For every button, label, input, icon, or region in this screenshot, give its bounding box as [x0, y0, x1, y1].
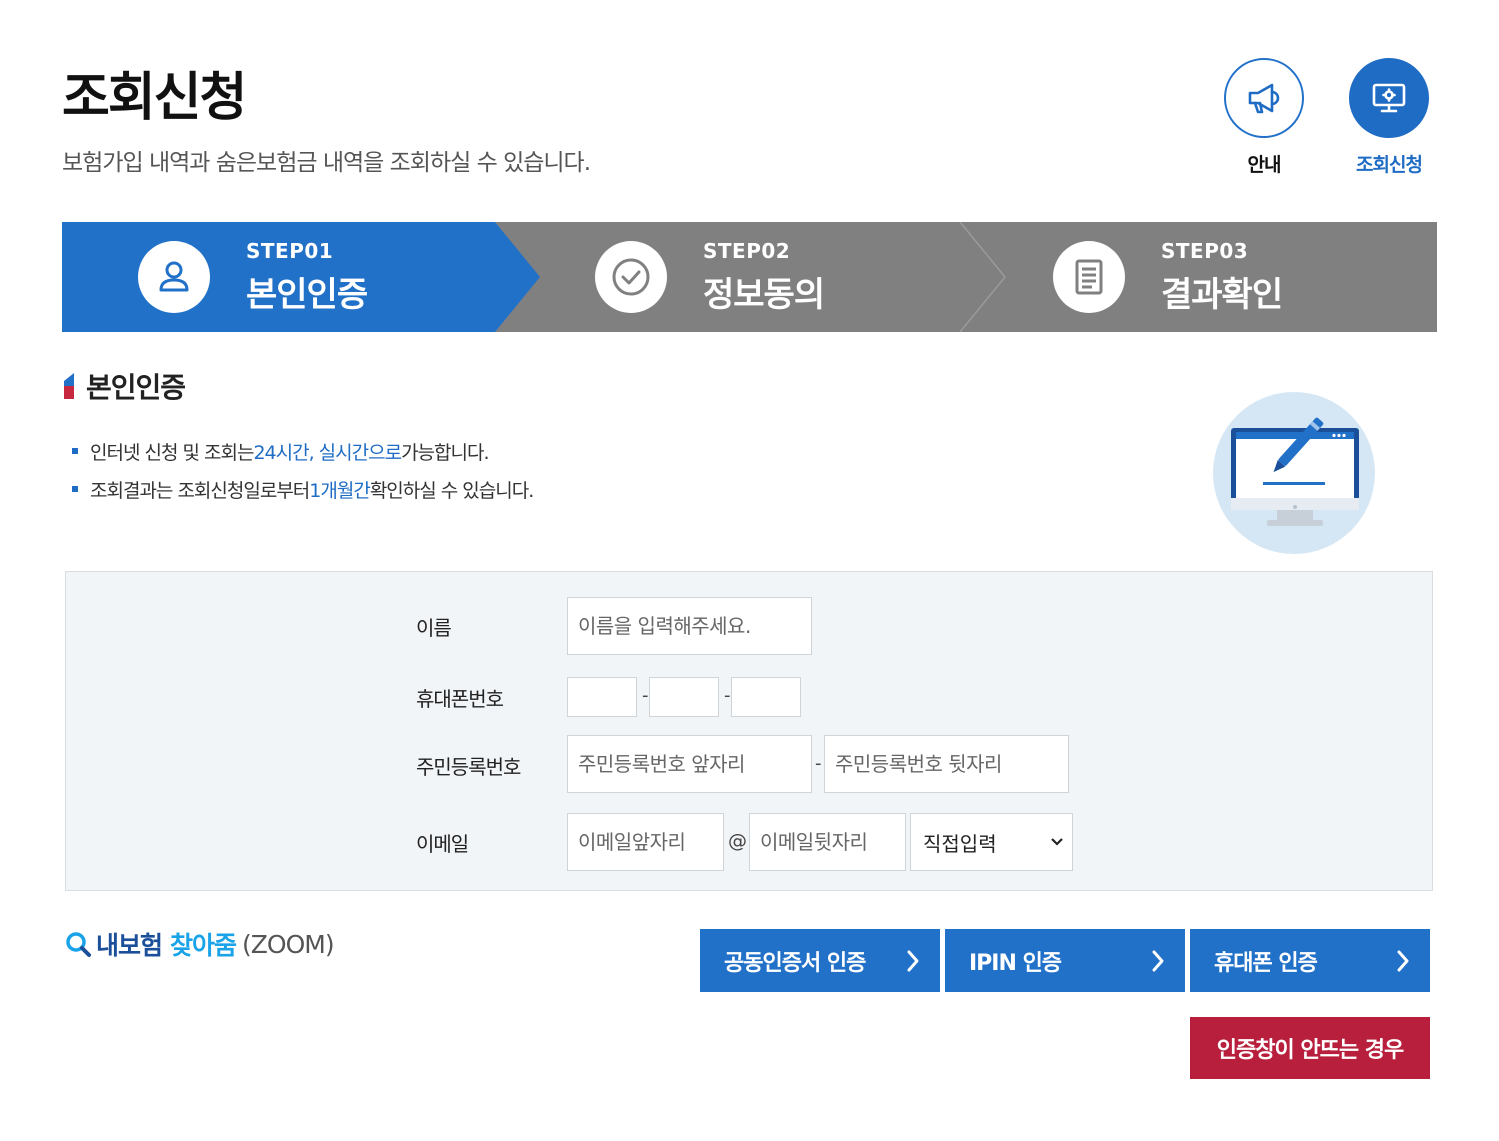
rrn-front-input[interactable] [567, 735, 812, 793]
step-3-name: 결과확인 [1161, 274, 1283, 315]
email-at-sign: @ [728, 830, 747, 852]
notice-list: 인터넷 신청 및 조회는 24시간, 실시간으로 가능합니다. 조회결과는 조회… [72, 432, 534, 508]
section-title: 본인인증 [64, 366, 186, 406]
chevron-right-icon [1152, 950, 1164, 971]
step-2: STEP02 정보동의 [595, 222, 825, 332]
step-progress-bar: STEP01 본인인증 STEP02 정보동의 STEP03 결과확인 [62, 222, 1437, 332]
chevron-right-icon [907, 950, 919, 971]
phone-input-1[interactable] [567, 677, 637, 717]
section-title-text: 본인인증 [86, 371, 186, 404]
step-2-number: STEP02 [703, 238, 791, 263]
page-title: 조회신청 [62, 68, 247, 128]
name-label: 이름 [416, 616, 452, 640]
search-icon [66, 932, 91, 957]
nav-guide-label: 안내 [1247, 154, 1282, 176]
ipin-auth-button[interactable]: IPIN 인증 [945, 929, 1185, 992]
step-1: STEP01 본인인증 [138, 222, 368, 332]
step-3: STEP03 결과확인 [1053, 222, 1283, 332]
email-back-input[interactable] [749, 813, 906, 871]
nav-inquiry[interactable]: 조회신청 [1349, 58, 1429, 177]
chevron-right-icon [1397, 950, 1409, 971]
phone-separator: - [724, 685, 731, 706]
phone-auth-button[interactable]: 휴대폰 인증 [1190, 929, 1430, 992]
identity-form: 이름 휴대폰번호 - - 주민등록번호 - 이메일 @ 직접입력 [65, 571, 1433, 891]
phone-input-2[interactable] [649, 677, 719, 717]
monitor-settings-icon [1349, 58, 1429, 138]
phone-separator: - [642, 685, 649, 706]
name-input[interactable] [567, 597, 812, 655]
email-front-input[interactable] [567, 813, 724, 871]
page-description: 보험가입 내역과 숨은보험금 내역을 조회하실 수 있습니다. [62, 150, 591, 176]
step-3-number: STEP03 [1161, 238, 1249, 263]
certificate-auth-button[interactable]: 공동인증서 인증 [700, 929, 940, 992]
megaphone-icon [1224, 58, 1304, 138]
email-label: 이메일 [416, 832, 469, 856]
document-icon [1053, 241, 1125, 313]
zoom-logo: 내보험 찾아줌 (ZOOM) [64, 926, 335, 962]
monitor-pen-illustration [1213, 392, 1375, 554]
phone-label: 휴대폰번호 [416, 687, 504, 711]
step-2-name: 정보동의 [703, 274, 825, 315]
notice-item: 조회결과는 조회신청일로부터 1개월간 확인하실 수 있습니다. [72, 470, 534, 508]
nav-guide[interactable]: 안내 [1224, 58, 1304, 177]
phone-input-3[interactable] [731, 677, 801, 717]
auth-window-help-button[interactable]: 인증창이 안뜨는 경우 [1190, 1017, 1430, 1079]
email-domain-selected: 직접입력 [923, 831, 997, 856]
rrn-separator: - [815, 753, 822, 774]
email-domain-select[interactable]: 직접입력 [910, 813, 1073, 871]
nav-inquiry-label: 조회신청 [1356, 154, 1423, 176]
chevron-down-icon [1051, 838, 1063, 846]
rrn-label: 주민등록번호 [416, 755, 521, 779]
check-circle-icon [595, 241, 667, 313]
step-1-number: STEP01 [246, 238, 334, 263]
user-icon [138, 241, 210, 313]
section-mark-icon [64, 373, 74, 399]
notice-item: 인터넷 신청 및 조회는 24시간, 실시간으로 가능합니다. [72, 432, 533, 470]
rrn-back-input[interactable] [824, 735, 1069, 793]
step-1-name: 본인인증 [246, 274, 368, 315]
